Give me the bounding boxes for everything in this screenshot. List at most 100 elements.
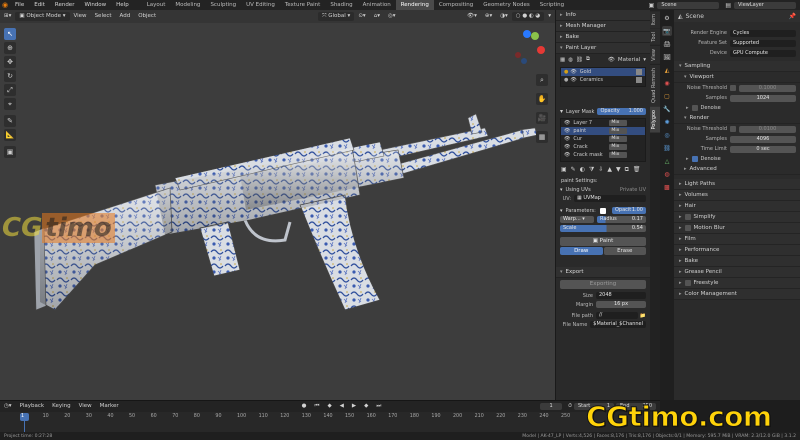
- merge-icon[interactable]: ⇩: [598, 166, 603, 174]
- record-icon[interactable]: ●: [298, 402, 311, 411]
- prev-key-icon[interactable]: ◆: [323, 402, 335, 411]
- rifle-model[interactable]: [0, 10, 555, 400]
- draw-button[interactable]: Draw: [560, 247, 603, 255]
- folder-icon[interactable]: 📁: [640, 313, 646, 319]
- editor-type-icon[interactable]: ⊞▾: [0, 12, 15, 21]
- filename-field[interactable]: $Material_$Channel: [590, 321, 646, 328]
- pin-icon[interactable]: 📌: [789, 13, 796, 20]
- material-slot-icon[interactable]: ▦: [560, 57, 565, 63]
- scene-icon[interactable]: ▣: [649, 2, 655, 9]
- zoom-icon[interactable]: ⌕: [536, 74, 548, 86]
- render-properties-icon[interactable]: 📷: [662, 26, 672, 36]
- view-layer-properties-icon[interactable]: 🖼: [662, 52, 672, 62]
- color-swatch-icon[interactable]: [600, 207, 606, 214]
- modifier-properties-icon[interactable]: 🔧: [662, 104, 672, 114]
- section-sampling[interactable]: ▾ Sampling: [674, 61, 800, 72]
- list-item[interactable]: 👁 paint Mix: [561, 127, 645, 135]
- eye-icon[interactable]: 👁: [564, 152, 570, 158]
- timeline-menu-keying[interactable]: Keying: [48, 402, 74, 411]
- section-paint-layer[interactable]: ▾ Paint Layer: [556, 43, 650, 54]
- scale-tool-icon[interactable]: ⤢: [4, 84, 16, 96]
- tab-compositing[interactable]: Compositing: [434, 0, 478, 10]
- uv-map-dropdown[interactable]: ▦ UVMap: [574, 195, 646, 202]
- r-samples-field[interactable]: 4096: [730, 135, 796, 143]
- param-opacity-slider[interactable]: Opacit 1.00: [612, 207, 646, 214]
- list-item[interactable]: 👁 Crack Mix: [561, 143, 645, 151]
- section-motion-blur[interactable]: ▸ Motion Blur: [674, 223, 800, 234]
- render-engine-dropdown[interactable]: Cycles: [730, 29, 796, 37]
- section-info[interactable]: ▸ Info: [556, 10, 650, 21]
- add-cube-tool-icon[interactable]: ▣: [4, 146, 16, 158]
- tab-geometry-nodes[interactable]: Geometry Nodes: [478, 0, 534, 10]
- tab-uv-editing[interactable]: UV Editing: [241, 0, 280, 10]
- section-film[interactable]: ▸ Film: [674, 234, 800, 245]
- filepath-field[interactable]: //: [596, 312, 638, 319]
- section-hair[interactable]: ▸ Hair: [674, 201, 800, 212]
- section-export[interactable]: ▾ Export: [556, 267, 650, 278]
- tab-quad-remesh[interactable]: Quad Remesh: [650, 64, 660, 106]
- link-icon[interactable]: ⛓: [576, 57, 583, 63]
- eye-icon[interactable]: 👁: [608, 57, 615, 63]
- section-performance[interactable]: ▸ Performance: [674, 245, 800, 256]
- section-light-paths[interactable]: ▸ Light Paths: [674, 179, 800, 190]
- size-dropdown[interactable]: 2048: [596, 292, 646, 299]
- adjust-icon[interactable]: ◐: [580, 166, 585, 174]
- using-uvs-tab[interactable]: Using UVs: [566, 187, 617, 193]
- gizmo-z-axis-icon[interactable]: [523, 30, 531, 38]
- tab-item[interactable]: Item: [650, 11, 660, 29]
- stopwatch-icon[interactable]: ⏱: [568, 403, 572, 409]
- timeline-menu-marker[interactable]: Marker: [96, 402, 123, 411]
- motion-blur-checkbox[interactable]: [684, 225, 691, 231]
- tab-scripting[interactable]: Scripting: [535, 0, 569, 10]
- timeline-menu-view[interactable]: View: [75, 402, 96, 411]
- view-layer-icon[interactable]: ▤: [725, 2, 731, 9]
- world-properties-icon[interactable]: ◉: [662, 78, 672, 88]
- blend-mode-dropdown[interactable]: Mix: [609, 120, 628, 126]
- particles-properties-icon[interactable]: ✺: [662, 117, 672, 127]
- exporting-button[interactable]: Exporting: [560, 280, 646, 289]
- pan-icon[interactable]: ✋: [536, 93, 548, 105]
- scene-properties-icon[interactable]: ◭: [662, 65, 672, 75]
- duplicate-icon[interactable]: ⧉: [625, 166, 629, 174]
- tab-layout[interactable]: Layout: [142, 0, 171, 10]
- constraints-properties-icon[interactable]: ⛓: [662, 143, 672, 153]
- camera-view-icon[interactable]: 🎥: [536, 112, 548, 124]
- layer-list[interactable]: 👁 Layer 7 Mix 👁 paint Mix 👁 Cur Mix 👁 Crack Mix …: [560, 118, 646, 162]
- eye-icon[interactable]: 👁: [564, 120, 570, 126]
- timeline-menu-playback[interactable]: Playback: [16, 402, 49, 411]
- scene-selector[interactable]: Scene: [657, 1, 720, 9]
- erase-button[interactable]: Erase: [603, 247, 646, 255]
- r-denoise-checkbox[interactable]: [691, 156, 698, 162]
- r-noise-checkbox[interactable]: [730, 126, 736, 132]
- margin-field[interactable]: 16 px: [596, 301, 646, 308]
- transform-orientation-dropdown[interactable]: ⤧ Global ▾: [318, 12, 355, 21]
- vp-noise-checkbox[interactable]: [730, 85, 736, 91]
- tab-polygoo[interactable]: Polygoo: [650, 106, 660, 133]
- move-tool-icon[interactable]: ✥: [4, 56, 16, 68]
- material-dropdown[interactable]: Material: [618, 57, 640, 63]
- radius-slider[interactable]: Radius 0.17: [597, 216, 646, 223]
- list-item[interactable]: 👁 Crack mask Mix: [561, 151, 645, 159]
- layer-opacity-slider[interactable]: Opacity 1.000: [597, 108, 646, 115]
- output-properties-icon[interactable]: 🖨: [662, 39, 672, 49]
- section-advanced[interactable]: ▸ Advanced: [674, 164, 800, 175]
- eye-icon[interactable]: 👁: [564, 136, 570, 142]
- r-noise-field[interactable]: 0.0100: [739, 125, 796, 133]
- viewport-menu-add[interactable]: Add: [116, 12, 135, 21]
- current-frame-field[interactable]: 1: [540, 402, 563, 410]
- clock-icon[interactable]: ◷▾: [0, 402, 16, 411]
- blend-mode-dropdown[interactable]: Mix: [609, 136, 628, 142]
- viewport-menu-object[interactable]: Object: [134, 12, 160, 21]
- viewport-menu-view[interactable]: View: [70, 12, 91, 21]
- eye-icon[interactable]: 👁: [570, 69, 576, 75]
- visibility-icon[interactable]: 👁▾: [463, 12, 481, 21]
- filter-icon[interactable]: ⧩: [589, 166, 594, 174]
- add-layer-icon[interactable]: ▣: [561, 166, 567, 174]
- list-item[interactable]: ● 👁 Gold: [561, 68, 645, 76]
- data-properties-icon[interactable]: △: [662, 156, 672, 166]
- section-volumes[interactable]: ▸ Volumes: [674, 190, 800, 201]
- tool-properties-icon[interactable]: ⚙: [662, 13, 672, 23]
- viewport-menu-select[interactable]: Select: [91, 12, 116, 21]
- list-item[interactable]: 👁 Layer 7 Mix: [561, 119, 645, 127]
- physics-properties-icon[interactable]: ◎: [662, 130, 672, 140]
